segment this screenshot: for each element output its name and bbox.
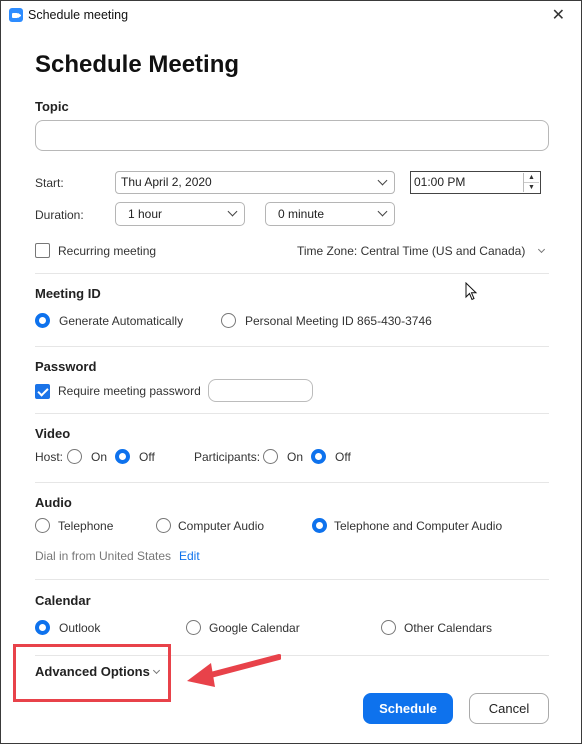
calendar-google-label: Google Calendar <box>209 621 300 635</box>
calendar-google-radio[interactable] <box>186 620 201 635</box>
divider <box>35 413 549 414</box>
annotation-highlight-box <box>13 644 171 702</box>
meeting-id-label: Meeting ID <box>35 286 101 301</box>
window-title: Schedule meeting <box>28 8 129 22</box>
time-spinner[interactable]: ▲ ▼ <box>523 173 539 192</box>
close-icon[interactable]: ✕ <box>552 5 565 25</box>
calendar-outlook-radio[interactable] <box>35 620 50 635</box>
start-time-field[interactable]: 01:00 PM ▲ ▼ <box>410 171 541 194</box>
meeting-id-generate-label: Generate Automatically <box>59 314 184 328</box>
duration-minutes-select[interactable]: 0 minute <box>265 202 395 226</box>
duration-minutes-value: 0 minute <box>278 207 325 221</box>
duration-label: Duration: <box>35 208 84 222</box>
audio-both-radio[interactable] <box>312 518 327 533</box>
start-label: Start: <box>35 176 64 190</box>
recurring-label: Recurring meeting <box>58 244 157 258</box>
participants-video-off-radio[interactable] <box>311 449 326 464</box>
host-video-on-radio[interactable] <box>67 449 82 464</box>
audio-computer-radio[interactable] <box>156 518 171 533</box>
audio-telephone-label: Telephone <box>58 519 114 533</box>
calendar-other-label: Other Calendars <box>404 621 493 635</box>
video-participants-label: Participants: <box>194 450 261 464</box>
mouse-cursor-icon <box>465 282 478 301</box>
topic-label: Topic <box>35 99 69 114</box>
participants-video-on-label: On <box>287 450 304 464</box>
meeting-id-personal-radio[interactable] <box>221 313 236 328</box>
calendar-label: Calendar <box>35 593 91 608</box>
password-input[interactable] <box>208 379 313 402</box>
duration-hours-select[interactable]: 1 hour <box>115 202 245 226</box>
audio-telephone-radio[interactable] <box>35 518 50 533</box>
dial-in-text: Dial in from United States <box>35 549 172 563</box>
host-video-off-label: Off <box>139 450 155 464</box>
chevron-down-icon <box>227 206 238 217</box>
schedule-meeting-window: Schedule meeting ✕ Schedule Meeting Topi… <box>0 0 582 744</box>
audio-computer-label: Computer Audio <box>178 519 265 533</box>
divider <box>35 346 549 347</box>
page-title: Schedule Meeting <box>35 51 240 78</box>
title-bar: Schedule meeting ✕ <box>1 1 581 31</box>
dial-in-edit-link[interactable]: Edit <box>179 549 200 563</box>
meeting-id-personal-label: Personal Meeting ID 865-430-3746 <box>245 314 432 328</box>
duration-hours-value: 1 hour <box>128 207 163 221</box>
audio-label: Audio <box>35 495 72 510</box>
annotation-arrow-icon <box>187 654 281 687</box>
zoom-app-icon <box>9 8 23 22</box>
require-password-label: Require meeting password <box>58 384 201 398</box>
start-date-select[interactable]: Thu April 2, 2020 <box>115 171 395 194</box>
divider <box>35 579 549 580</box>
password-label: Password <box>35 359 97 374</box>
start-date-value: Thu April 2, 2020 <box>121 175 212 189</box>
start-time-value: 01:00 PM <box>414 175 466 189</box>
timezone-select[interactable]: Time Zone: Central Time (US and Canada) <box>297 244 545 258</box>
calendar-outlook-label: Outlook <box>59 621 101 635</box>
divider <box>35 482 549 483</box>
host-video-on-label: On <box>91 450 108 464</box>
chevron-down-icon <box>537 245 545 254</box>
audio-both-label: Telephone and Computer Audio <box>334 519 503 533</box>
schedule-button[interactable]: Schedule <box>363 693 453 724</box>
host-video-off-radio[interactable] <box>115 449 130 464</box>
chevron-down-icon <box>377 175 388 186</box>
divider <box>35 273 549 274</box>
require-password-checkbox[interactable] <box>35 384 50 399</box>
cancel-button[interactable]: Cancel <box>469 693 549 724</box>
chevron-down-icon <box>377 206 388 217</box>
video-label: Video <box>35 426 71 441</box>
spin-up-icon[interactable]: ▲ <box>524 173 539 182</box>
timezone-value: Time Zone: Central Time (US and Canada) <box>297 244 526 258</box>
meeting-id-generate-radio[interactable] <box>35 313 50 328</box>
calendar-other-radio[interactable] <box>381 620 396 635</box>
participants-video-on-radio[interactable] <box>263 449 278 464</box>
video-host-label: Host: <box>35 450 64 464</box>
recurring-checkbox[interactable] <box>35 243 50 258</box>
spin-down-icon[interactable]: ▼ <box>524 182 539 191</box>
participants-video-off-label: Off <box>335 450 351 464</box>
topic-input[interactable] <box>35 120 549 151</box>
